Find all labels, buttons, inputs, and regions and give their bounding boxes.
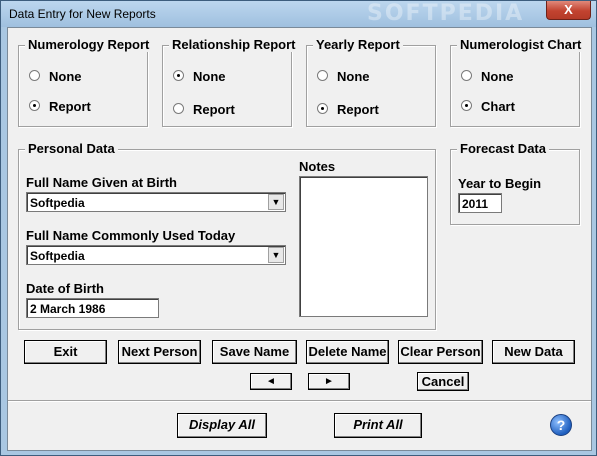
numerology-none-label: None bbox=[49, 69, 82, 84]
radio-selected-icon bbox=[173, 70, 184, 81]
chevron-down-icon[interactable]: ▼ bbox=[268, 247, 284, 263]
birth-name-combobox[interactable]: Softpedia ▼ bbox=[26, 192, 286, 212]
chevron-down-icon[interactable]: ▼ bbox=[268, 194, 284, 210]
save-name-button[interactable]: Save Name bbox=[212, 340, 297, 364]
display-all-button[interactable]: Display All bbox=[177, 413, 267, 438]
exit-button[interactable]: Exit bbox=[24, 340, 107, 364]
year-to-begin-label: Year to Begin bbox=[458, 176, 542, 191]
personal-data-legend: Personal Data bbox=[25, 141, 118, 156]
numerology-report-legend: Numerology Report bbox=[25, 37, 153, 52]
clear-person-button[interactable]: Clear Person bbox=[398, 340, 483, 364]
numerology-report-group: Numerology Report None Report bbox=[18, 37, 153, 127]
radio-unselected-icon bbox=[461, 70, 472, 81]
close-icon: X bbox=[564, 2, 573, 17]
relationship-none-label: None bbox=[193, 69, 226, 84]
arrow-right-icon: ► bbox=[324, 376, 334, 387]
new-data-button[interactable]: New Data bbox=[492, 340, 575, 364]
title-bar: Data Entry for New Reports SOFTPEDIA X bbox=[1, 1, 596, 27]
yearly-report-label: Report bbox=[337, 102, 379, 117]
personal-data-group: Personal Data Full Name Given at Birth S… bbox=[18, 141, 436, 330]
year-to-begin-field[interactable]: 2011 bbox=[458, 193, 502, 213]
common-name-combobox[interactable]: Softpedia ▼ bbox=[26, 245, 286, 265]
close-button[interactable]: X bbox=[546, 1, 591, 20]
notes-textarea[interactable] bbox=[299, 176, 428, 317]
relationship-report-label: Report bbox=[193, 102, 235, 117]
radio-unselected-icon bbox=[173, 103, 184, 114]
cancel-button[interactable]: Cancel bbox=[417, 372, 469, 391]
delete-name-button[interactable]: Delete Name bbox=[306, 340, 389, 364]
forecast-data-legend: Forecast Data bbox=[457, 141, 549, 156]
notes-label: Notes bbox=[299, 159, 336, 174]
dob-field[interactable]: 2 March 1986 bbox=[26, 298, 159, 318]
client-area: Numerology Report None Report Relationsh… bbox=[7, 27, 592, 451]
next-arrow-button[interactable]: ► bbox=[308, 373, 350, 390]
window-title: Data Entry for New Reports bbox=[9, 7, 156, 21]
radio-unselected-icon bbox=[29, 70, 40, 81]
dob-label: Date of Birth bbox=[26, 281, 104, 296]
print-all-button[interactable]: Print All bbox=[334, 413, 422, 438]
common-name-label: Full Name Commonly Used Today bbox=[26, 228, 236, 243]
radio-selected-icon bbox=[29, 100, 40, 111]
numerologist-chart-group: Numerologist Chart None Chart bbox=[450, 37, 585, 127]
radio-selected-icon bbox=[461, 100, 472, 111]
chart-none-label: None bbox=[481, 69, 514, 84]
dob-value: 2 March 1986 bbox=[30, 302, 106, 316]
relationship-report-group: Relationship Report None Report bbox=[162, 37, 299, 127]
birth-name-value: Softpedia bbox=[30, 196, 85, 210]
next-person-button[interactable]: Next Person bbox=[118, 340, 201, 364]
yearly-report-legend: Yearly Report bbox=[313, 37, 403, 52]
app-window: Data Entry for New Reports SOFTPEDIA X N… bbox=[0, 0, 597, 456]
help-icon[interactable]: ? bbox=[550, 414, 572, 436]
watermark: SOFTPEDIA bbox=[367, 1, 525, 26]
yearly-report-group: Yearly Report None Report bbox=[306, 37, 436, 127]
forecast-data-group: Forecast Data Year to Begin 2011 bbox=[450, 141, 580, 225]
chart-chart-label: Chart bbox=[481, 99, 515, 114]
arrow-left-icon: ◄ bbox=[266, 376, 276, 387]
previous-arrow-button[interactable]: ◄ bbox=[250, 373, 292, 390]
yearly-none-label: None bbox=[337, 69, 370, 84]
numerologist-chart-legend: Numerologist Chart bbox=[457, 37, 585, 52]
radio-unselected-icon bbox=[317, 70, 328, 81]
year-to-begin-value: 2011 bbox=[462, 197, 489, 211]
relationship-report-legend: Relationship Report bbox=[169, 37, 299, 52]
separator bbox=[8, 400, 591, 402]
radio-selected-icon bbox=[317, 103, 328, 114]
birth-name-label: Full Name Given at Birth bbox=[26, 175, 177, 190]
common-name-value: Softpedia bbox=[30, 249, 85, 263]
numerology-report-label: Report bbox=[49, 99, 91, 114]
